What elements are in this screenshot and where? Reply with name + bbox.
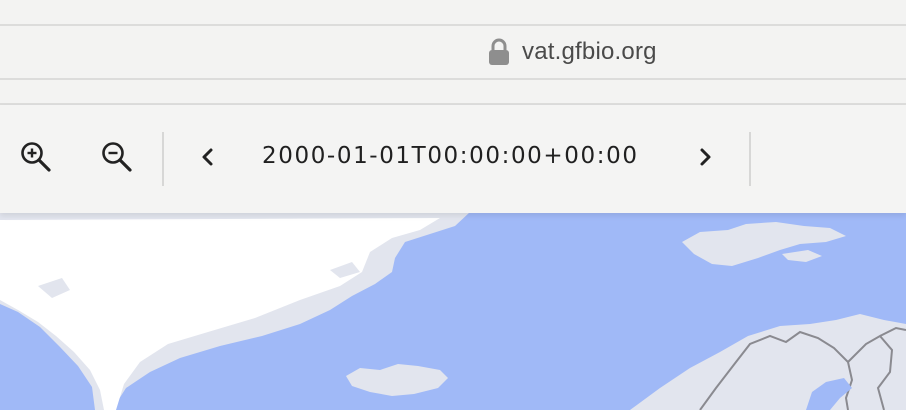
- url-text: vat.gfbio.org: [522, 38, 657, 65]
- lock-icon: [488, 38, 510, 66]
- browser-top-bar: [0, 0, 906, 26]
- browser-tab-strip: [0, 80, 906, 105]
- browser-address-bar[interactable]: vat.gfbio.org: [0, 26, 906, 80]
- toolbar-divider: [749, 132, 751, 186]
- map-view[interactable]: [0, 212, 906, 410]
- next-time-button[interactable]: [686, 139, 722, 175]
- zoom-in-button[interactable]: [18, 139, 54, 175]
- zoom-in-icon: [19, 140, 53, 174]
- zoom-out-button[interactable]: [99, 139, 135, 175]
- toolbar-divider: [162, 132, 164, 186]
- map-toolbar: 2000-01-01T00:00:00+00:00: [0, 105, 906, 213]
- chevron-left-icon: [193, 142, 223, 172]
- scandinavia: [630, 314, 906, 410]
- island: [782, 250, 822, 262]
- previous-time-button[interactable]: [190, 139, 226, 175]
- chevron-right-icon: [689, 142, 719, 172]
- app-root: vat.gfbio.org 2000-01-01T00:00:00+00:00: [0, 0, 906, 410]
- url-field[interactable]: vat.gfbio.org: [488, 38, 657, 66]
- svalbard: [682, 222, 846, 266]
- current-time-label[interactable]: 2000-01-01T00:00:00+00:00: [262, 141, 639, 171]
- zoom-out-icon: [100, 140, 134, 174]
- iceland: [346, 364, 448, 396]
